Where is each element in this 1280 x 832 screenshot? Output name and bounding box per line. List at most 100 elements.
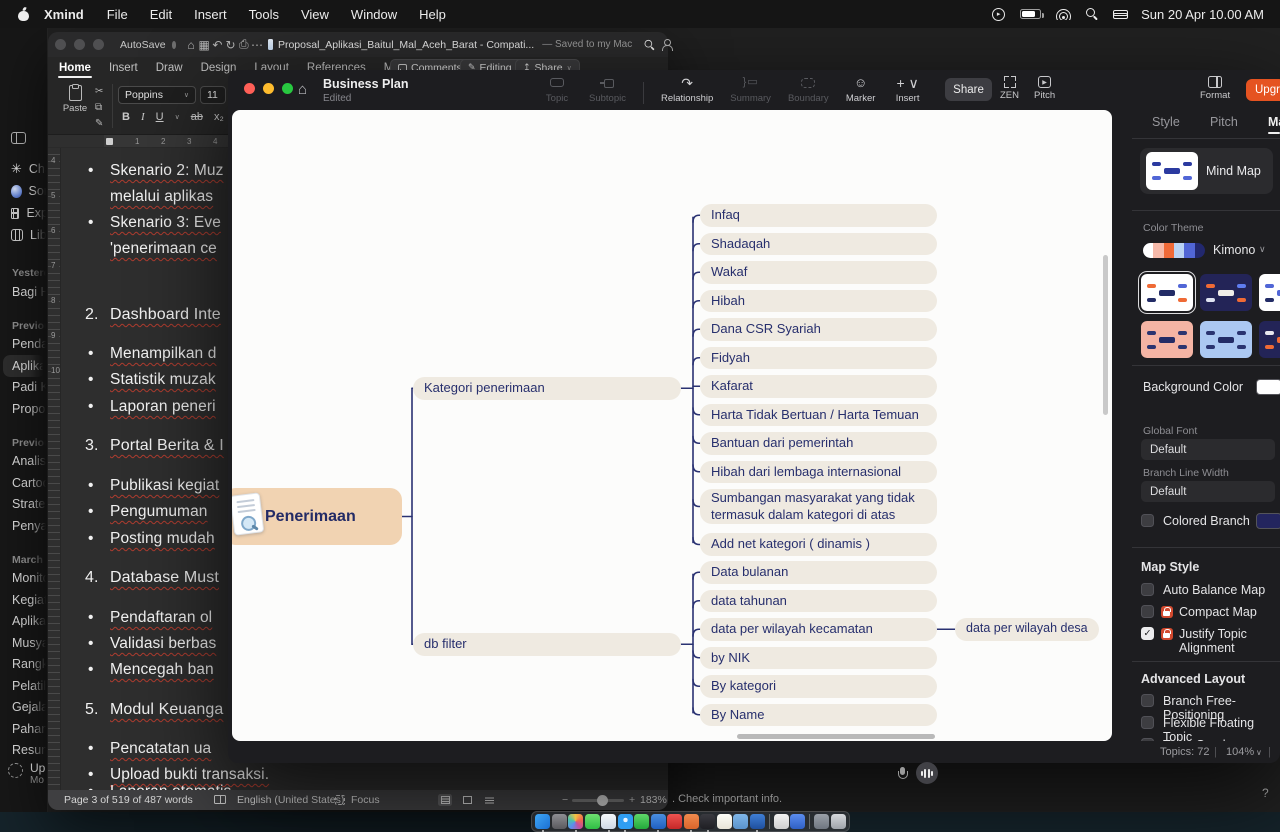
sidebar-nav-lib[interactable]: Lib [0, 224, 48, 246]
dock-app-app-store-icon[interactable] [601, 814, 616, 829]
dock-app-keynote-red-icon[interactable] [667, 814, 682, 829]
page-indicator[interactable]: Page 3 of 5 [64, 794, 118, 806]
checkbox-justify-topic-alignment[interactable]: ✓ [1141, 627, 1154, 640]
mindmap-topic[interactable]: Kategori penerimaan [413, 377, 681, 400]
sidebar-nav-exp[interactable]: Exp [0, 202, 48, 224]
menu-app-name[interactable]: Xmind [30, 7, 96, 22]
underline-button[interactable]: U [156, 111, 164, 123]
chat-history-item[interactable]: Analisis [0, 451, 48, 473]
mindmap-topic[interactable]: Fidyah [700, 347, 937, 370]
checkbox-flexible-floating-topic[interactable]: ✓ [1141, 716, 1154, 729]
view-print-layout-icon[interactable] [438, 794, 452, 806]
battery-icon[interactable] [1020, 9, 1041, 19]
dock-app-settings-icon[interactable] [552, 814, 567, 829]
zen-button[interactable]: ZEN [1000, 76, 1019, 101]
structure-card[interactable]: Mind Map [1140, 148, 1273, 194]
strikethrough-button[interactable]: ab [191, 111, 203, 123]
pitch-button[interactable]: ▶ Pitch [1034, 76, 1055, 101]
dock-app-trash-icon[interactable] [831, 814, 846, 829]
mindmap-topic[interactable]: data tahunan [700, 590, 937, 613]
mindmap-topic[interactable]: By Name [700, 704, 937, 727]
chat-history-item[interactable]: Resume [0, 740, 48, 762]
canvas-vertical-scrollbar[interactable] [1103, 255, 1108, 415]
mindmap-topic[interactable]: Add net kategori ( dinamis ) [700, 533, 937, 556]
mindmap-topic[interactable]: Hibah [700, 290, 937, 313]
sidebar-toggle-icon[interactable] [11, 132, 26, 144]
proofing-icon[interactable] [214, 795, 226, 804]
redo-icon[interactable]: ↻ [224, 38, 237, 52]
mindmap-topic[interactable]: db filter [413, 633, 681, 656]
upgrade-button[interactable]: Upgrade [1246, 79, 1280, 101]
close-button[interactable] [55, 39, 66, 50]
dock-app-downloads-icon[interactable] [814, 814, 829, 829]
search-icon[interactable] [645, 39, 651, 49]
control-center-icon[interactable] [1113, 10, 1126, 19]
zoom-button[interactable] [93, 39, 104, 50]
insert-button[interactable]: + ∨Insert [893, 75, 923, 104]
menu-edit[interactable]: Edit [139, 7, 183, 22]
chat-history-item[interactable]: Bagi Has [0, 281, 48, 303]
mindmap-topic[interactable]: Bantuan dari pemerintah [700, 432, 937, 455]
global-font-select[interactable]: Default [1141, 439, 1275, 460]
dock-app-whatsapp-icon[interactable] [634, 814, 649, 829]
mindmap-canvas[interactable]: PenerimaanKategori penerimaanInfaqShadaq… [232, 110, 1112, 741]
font-name-select[interactable]: Poppins∨ [118, 86, 196, 104]
language-indicator[interactable]: English (United States) [237, 794, 344, 806]
dock-app-messages-icon[interactable] [585, 814, 600, 829]
mindmap-topic[interactable]: data per wilayah kecamatan [700, 618, 937, 641]
menu-insert[interactable]: Insert [183, 7, 238, 22]
menu-tools[interactable]: Tools [238, 7, 290, 22]
chat-history-item[interactable]: Pelatiha [0, 675, 48, 697]
dock-app-mail-icon[interactable] [651, 814, 666, 829]
subscript-button[interactable]: x₂ [214, 111, 224, 123]
chat-history-item[interactable]: Paham [0, 718, 48, 740]
zoom-in-button[interactable]: + [629, 794, 635, 806]
chat-history-item[interactable]: Padi Ken [0, 377, 48, 399]
help-button[interactable]: ? [1262, 786, 1269, 800]
theme-thumbnail[interactable] [1200, 321, 1252, 358]
mindmap-topic[interactable]: Kafarat [700, 375, 937, 398]
chat-history-item[interactable]: Cartoon [0, 472, 48, 494]
italic-button[interactable]: I [141, 111, 145, 123]
microphone-icon[interactable] [898, 767, 906, 781]
view-web-layout-icon[interactable] [482, 794, 496, 806]
menu-window[interactable]: Window [340, 7, 408, 22]
theme-thumbnail[interactable] [1259, 321, 1280, 358]
cut-icon[interactable]: ✂ [95, 86, 103, 97]
checkbox-auto-balance-map[interactable]: ✓ [1141, 583, 1154, 596]
theme-thumbnail[interactable] [1259, 274, 1280, 311]
panel-tab-pitch[interactable]: Pitch [1210, 115, 1238, 129]
background-color-swatch[interactable] [1256, 379, 1280, 395]
dock-app-photos-icon[interactable] [568, 814, 583, 829]
mindmap-topic[interactable]: Wakaf [700, 261, 937, 284]
mindmap-topic[interactable]: by NIK [700, 647, 937, 670]
word-tab-draw[interactable]: Draw [147, 57, 192, 78]
menu-help[interactable]: Help [408, 7, 457, 22]
chat-history-item[interactable]: Rangkai [0, 654, 48, 676]
minimize-button[interactable] [263, 83, 274, 94]
print-icon[interactable]: ⎙ [237, 37, 250, 52]
zoom-button[interactable] [282, 83, 293, 94]
theme-thumbnail[interactable] [1141, 321, 1193, 358]
dock-app-folder-icon[interactable] [733, 814, 748, 829]
theme-name[interactable]: Kimono [1213, 243, 1255, 257]
colored-branch-swatch[interactable] [1256, 513, 1280, 529]
menu-file[interactable]: File [96, 7, 139, 22]
menubar-clock[interactable]: Sun 20 Apr 10.00 AM [1141, 7, 1264, 22]
panel-tab-style[interactable]: Style [1152, 115, 1180, 129]
branch-line-width-select[interactable]: Default [1141, 481, 1275, 502]
chat-history-item[interactable]: Gejala [0, 697, 48, 719]
autosave-toggle[interactable] [172, 41, 177, 49]
mindmap-topic[interactable]: By kategori [700, 675, 937, 698]
home-icon[interactable]: ⌂ [184, 38, 197, 52]
checkbox-compact-map[interactable]: ✓ [1141, 605, 1154, 618]
theme-swatch-strip[interactable] [1143, 243, 1205, 258]
dock-app-safari-icon[interactable] [618, 814, 633, 829]
menu-view[interactable]: View [290, 7, 340, 22]
chat-history-item[interactable]: Penyakit [0, 515, 48, 537]
paste-button[interactable]: Paste [58, 85, 92, 114]
mindmap-topic[interactable]: Shadaqah [700, 233, 937, 256]
voice-mode-button[interactable] [916, 762, 938, 784]
dock-app-claude-icon[interactable] [684, 814, 699, 829]
home-icon[interactable]: ⌂ [298, 81, 307, 98]
